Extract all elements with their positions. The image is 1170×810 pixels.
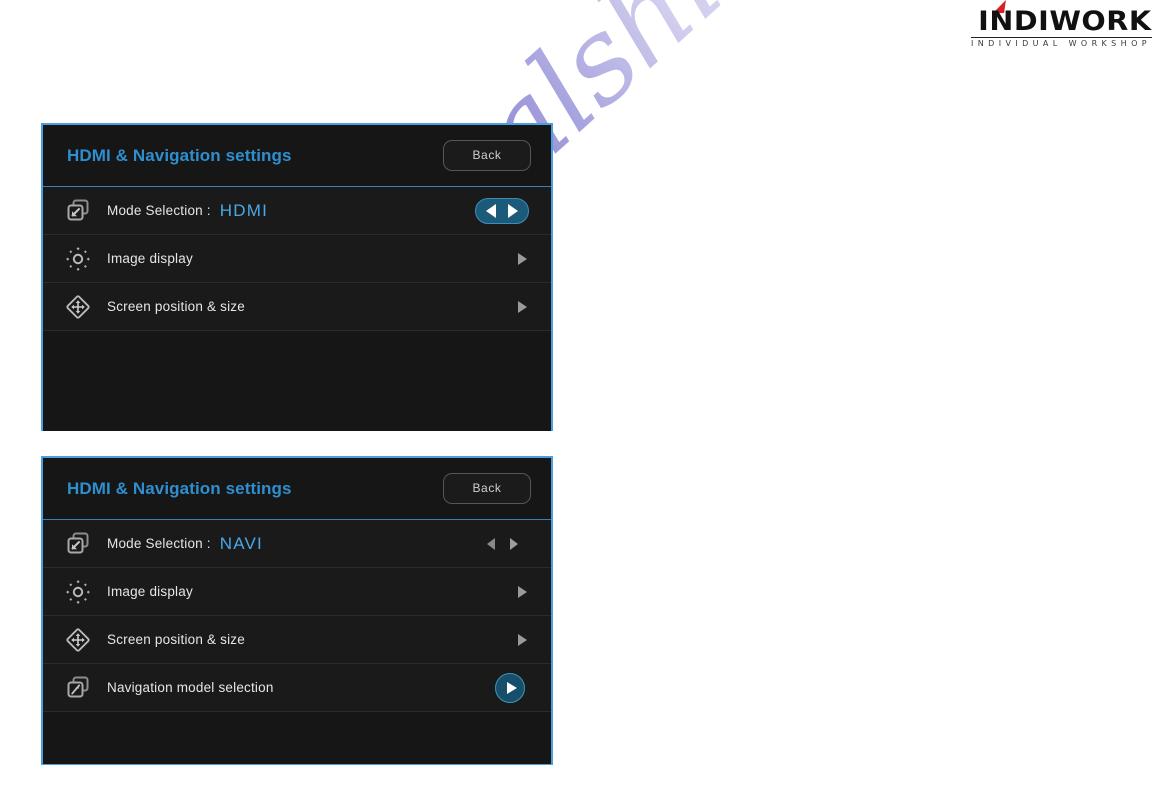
list-item-mode-selection[interactable]: Mode Selection : NAVI xyxy=(43,520,551,568)
settings-panel-navi: HDMI & Navigation settings Back Mode Sel… xyxy=(41,456,553,765)
page-title: HDMI & Navigation settings xyxy=(67,478,292,498)
empty-list-area xyxy=(43,331,551,431)
list-item-image-display[interactable]: Image display xyxy=(43,235,551,283)
logo-divider xyxy=(970,37,1152,38)
panel-header: HDMI & Navigation settings Back xyxy=(43,125,551,187)
logo-tagline: INDIVIDUAL WORKSHOP xyxy=(970,39,1151,48)
move-diamond-icon xyxy=(63,625,93,655)
navigation-compass-icon xyxy=(63,673,93,703)
row-control xyxy=(475,537,529,550)
row-control xyxy=(518,633,529,646)
list-item-label: Screen position & size xyxy=(107,299,245,314)
settings-list: Mode Selection : HDMI Image display Scre… xyxy=(43,187,551,431)
mode-selection-value: HDMI xyxy=(219,200,269,220)
enter-button[interactable] xyxy=(495,672,525,703)
back-button[interactable]: Back xyxy=(443,140,531,171)
empty-list-area xyxy=(43,712,551,764)
row-control xyxy=(518,252,529,265)
list-item-screen-position-size[interactable]: Screen position & size xyxy=(43,616,551,664)
list-item-mode-selection[interactable]: Mode Selection : HDMI xyxy=(43,187,551,235)
mode-stepper[interactable] xyxy=(475,197,529,224)
chevron-right-icon[interactable] xyxy=(518,300,527,313)
chevron-right-icon[interactable] xyxy=(518,252,527,265)
list-item-label: Mode Selection : xyxy=(107,203,211,218)
list-item-label: Navigation model selection xyxy=(107,680,274,695)
row-control xyxy=(475,197,529,224)
brand-logo: INDIWORK INDIVIDUAL WORKSHOP xyxy=(970,0,1152,48)
row-control xyxy=(518,585,529,598)
arrow-left-icon[interactable] xyxy=(486,537,495,550)
list-item-navigation-model-selection[interactable]: Navigation model selection xyxy=(43,664,551,712)
move-diamond-icon xyxy=(63,292,93,322)
chevron-right-icon[interactable] xyxy=(518,585,527,598)
page-title: HDMI & Navigation settings xyxy=(67,145,292,165)
settings-panel-hdmi: HDMI & Navigation settings Back Mode Sel… xyxy=(41,123,553,431)
arrow-right-icon[interactable] xyxy=(509,537,518,550)
logo-wordmark: INDIWORK xyxy=(978,6,1152,37)
play-arrow-icon xyxy=(506,681,517,694)
list-item-screen-position-size[interactable]: Screen position & size xyxy=(43,283,551,331)
panel-header: HDMI & Navigation settings Back xyxy=(43,458,551,520)
row-control xyxy=(518,300,529,313)
brightness-icon xyxy=(63,577,93,607)
list-item-label: Image display xyxy=(107,251,193,266)
list-item-label: Image display xyxy=(107,584,193,599)
brightness-icon xyxy=(63,244,93,274)
row-control xyxy=(495,672,529,703)
mode-stepper[interactable] xyxy=(475,537,529,550)
arrow-left-icon[interactable] xyxy=(486,203,496,218)
settings-list: Mode Selection : NAVI Image display Scre… xyxy=(43,520,551,764)
arrow-right-icon[interactable] xyxy=(508,203,518,218)
logo-mark: INDIWORK xyxy=(979,0,1152,35)
list-item-image-display[interactable]: Image display xyxy=(43,568,551,616)
back-button[interactable]: Back xyxy=(443,473,531,504)
window-restore-icon xyxy=(63,529,93,559)
mode-selection-value: NAVI xyxy=(219,533,263,553)
list-item-label: Mode Selection : xyxy=(107,536,211,551)
list-item-label: Screen position & size xyxy=(107,632,245,647)
chevron-right-icon[interactable] xyxy=(518,633,527,646)
window-restore-icon xyxy=(63,196,93,226)
